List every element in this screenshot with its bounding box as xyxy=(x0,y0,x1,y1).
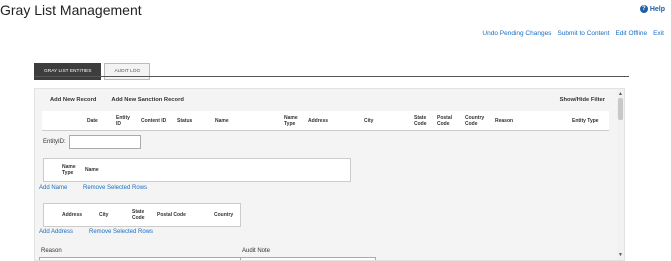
column-country-code[interactable]: Country Code xyxy=(465,111,488,130)
address-table: Address City State Code Postal Code Coun… xyxy=(43,203,241,227)
audit-note-label: Audit Note xyxy=(242,248,271,254)
column-reason[interactable]: Reason xyxy=(495,111,520,130)
tab-audit-log[interactable]: AUDIT LOG xyxy=(104,63,151,80)
names-table: Name Type Name xyxy=(43,158,351,182)
help-link[interactable]: ? Help xyxy=(639,5,665,13)
entities-panel: Add New Record Add New Sanction Record S… xyxy=(34,88,625,261)
column-postal-code[interactable]: Postal Code xyxy=(437,111,457,130)
audit-note-input[interactable] xyxy=(240,257,376,260)
exit-link[interactable]: Exit xyxy=(653,30,664,37)
question-circle-icon: ? xyxy=(639,5,648,13)
entity-id-label: EntityID: xyxy=(43,139,66,145)
column-content-id[interactable]: Content ID xyxy=(141,111,171,130)
submit-to-content-link[interactable]: Submit to Content xyxy=(557,30,609,37)
names-column-name: Name xyxy=(85,167,99,173)
reason-label: Reason xyxy=(41,248,62,254)
add-new-sanction-record-button[interactable]: Add New Sanction Record xyxy=(111,97,183,103)
add-address-link[interactable]: Add Address xyxy=(39,229,73,235)
add-name-link[interactable]: Add Name xyxy=(39,185,67,191)
undo-pending-changes-link[interactable]: Undo Pending Changes xyxy=(482,30,551,37)
address-column-country: Country xyxy=(214,212,234,218)
scroll-up-arrow-icon[interactable]: ▲ xyxy=(618,91,623,97)
address-column-postal-code: Postal Code xyxy=(157,212,186,218)
column-status[interactable]: Status xyxy=(177,111,202,130)
page-title: Gray List Management xyxy=(0,2,142,18)
add-new-record-button[interactable]: Add New Record xyxy=(50,97,96,103)
record-actions: Add New Record Add New Sanction Record xyxy=(50,97,184,103)
show-hide-filter-button[interactable]: Show/Hide Filter xyxy=(560,97,605,103)
address-column-address: Address xyxy=(62,212,83,218)
column-entity-type[interactable]: Entity Type xyxy=(572,111,606,130)
reason-input[interactable] xyxy=(39,257,241,260)
entity-id-input[interactable] xyxy=(69,135,141,149)
names-column-name-type: Name Type xyxy=(62,164,76,176)
address-column-state-code: State Code xyxy=(132,209,145,221)
scrollbar-thumb[interactable] xyxy=(618,98,623,120)
tab-divider xyxy=(34,76,629,77)
column-name[interactable]: Name xyxy=(215,111,240,130)
address-column-city: City xyxy=(99,212,109,218)
tab-gray-list-entities[interactable]: GRAY LIST ENTITIES xyxy=(34,63,102,80)
column-date[interactable]: Date xyxy=(87,111,107,130)
remove-selected-names-link[interactable]: Remove Selected Rows xyxy=(83,185,147,191)
entities-grid-header: Date Entity ID Content ID Status Name Na… xyxy=(42,111,609,131)
top-links: Undo Pending Changes Submit to Content E… xyxy=(482,30,664,37)
remove-selected-addresses-link[interactable]: Remove Selected Rows xyxy=(89,229,153,235)
edit-offline-link[interactable]: Edit Offline xyxy=(615,30,647,37)
column-city[interactable]: City xyxy=(364,111,384,130)
column-address[interactable]: Address xyxy=(308,111,338,130)
column-name-type[interactable]: Name Type xyxy=(284,111,302,130)
tab-bar: GRAY LIST ENTITIES AUDIT LOG xyxy=(34,63,151,80)
scroll-down-arrow-icon[interactable]: ▼ xyxy=(618,252,623,258)
column-state-code[interactable]: State Code xyxy=(414,111,430,130)
column-entity-id[interactable]: Entity ID xyxy=(116,111,134,130)
panel-scrollbar[interactable]: ▲ ▼ xyxy=(617,89,624,260)
help-label: Help xyxy=(649,5,665,13)
